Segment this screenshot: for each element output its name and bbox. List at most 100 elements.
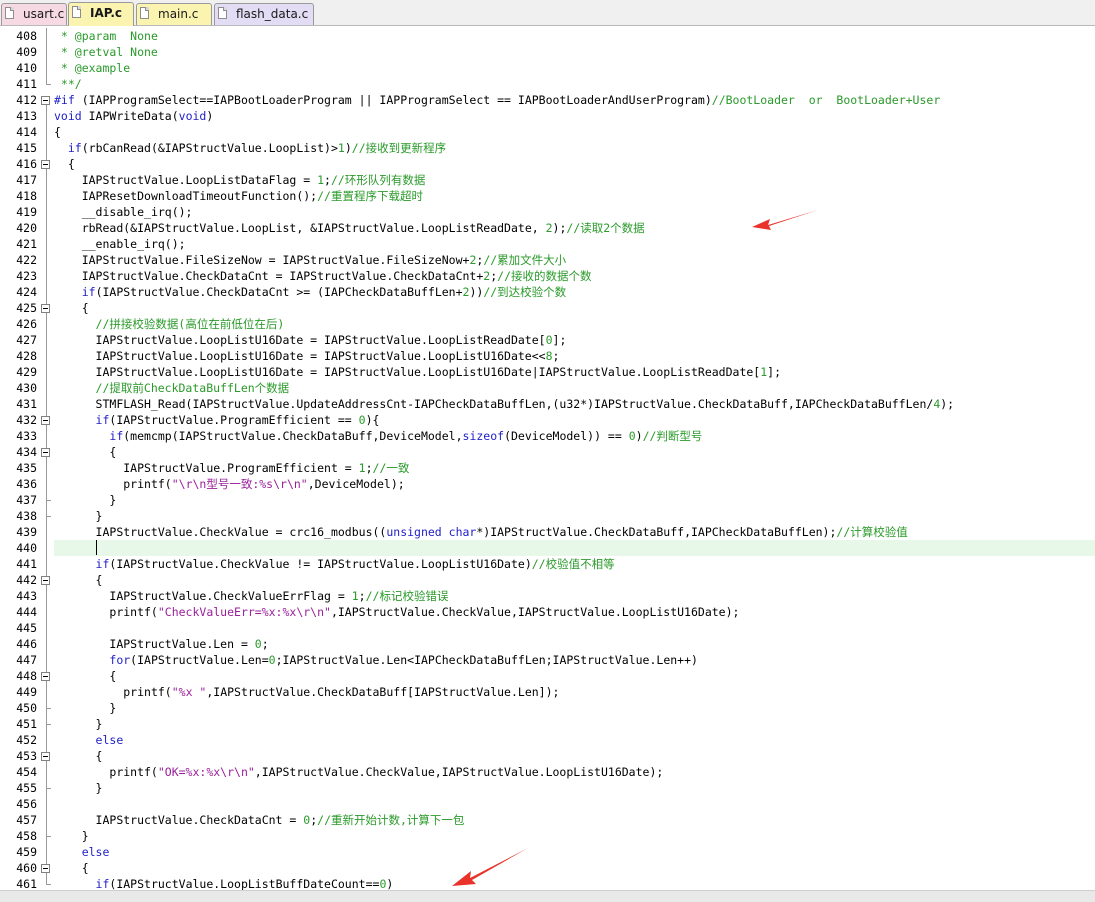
code-line[interactable]: else <box>54 844 1095 860</box>
line-number: 418 <box>16 189 37 203</box>
line-number: 415 <box>16 141 37 155</box>
code-token: IAPStructValue.CheckDataCnt = <box>95 813 304 827</box>
code-token: 0 <box>545 333 553 347</box>
fold-end-tick <box>46 724 51 725</box>
code-line[interactable]: if(IAPStructValue.ProgramEfficient == 0)… <box>54 412 1095 428</box>
code-line[interactable] <box>54 620 1095 636</box>
code-line[interactable]: * @example <box>54 60 1095 76</box>
code-token: 1 <box>358 461 366 475</box>
code-line[interactable]: IAPStructValue.FileSizeNow = IAPStructVa… <box>54 252 1095 268</box>
code-line[interactable]: { <box>54 444 1095 460</box>
code-line[interactable]: __disable_irq(); <box>54 204 1095 220</box>
code-token: ; <box>358 589 366 603</box>
fold-toggle-icon[interactable] <box>41 304 50 313</box>
code-line[interactable]: else <box>54 732 1095 748</box>
code-token: //环形队列有数据 <box>330 173 426 187</box>
code-line[interactable]: } <box>54 700 1095 716</box>
code-line[interactable]: IAPStructValue.CheckValueErrFlag = 1;//标… <box>54 588 1095 604</box>
code-line[interactable]: } <box>54 828 1095 844</box>
code-line[interactable]: { <box>54 124 1095 140</box>
fold-toggle-icon[interactable] <box>41 448 50 457</box>
code-line[interactable]: IAPStructValue.LoopListU16Date = IAPStru… <box>54 332 1095 348</box>
code-line[interactable]: { <box>54 668 1095 684</box>
tab-iap-c[interactable]: IAP.c <box>68 2 134 26</box>
code-token: unsigned char <box>386 525 477 539</box>
tab-main-c[interactable]: main.c <box>136 3 212 25</box>
code-line[interactable]: //拼接校验数据(高位在前低位在后) <box>54 316 1095 332</box>
code-line[interactable]: if(memcmp(IAPStructValue.CheckDataBuff,D… <box>54 428 1095 444</box>
code-line[interactable] <box>54 796 1095 812</box>
code-line[interactable]: IAPStructValue.CheckDataCnt = 0;//重新开始计数… <box>54 812 1095 828</box>
code-line[interactable]: //提取前CheckDataBuffLen个数据 <box>54 380 1095 396</box>
line-number: 421 <box>16 237 37 251</box>
code-line[interactable]: if(IAPStructValue.LoopListBuffDateCount=… <box>54 876 1095 890</box>
code-line[interactable]: { <box>54 156 1095 172</box>
code-line[interactable]: void IAPWriteData(void) <box>54 108 1095 124</box>
line-number: 413 <box>16 109 37 123</box>
code-token: IAPResetDownloadTimeoutFunction(); <box>81 189 318 203</box>
code-line[interactable]: **/ <box>54 76 1095 92</box>
line-number: 458 <box>16 829 37 843</box>
code-line[interactable]: } <box>54 508 1095 524</box>
code-line[interactable]: printf("OK=%x:%x\r\n",IAPStructValue.Che… <box>54 764 1095 780</box>
tab-flash-data-c[interactable]: flash_data.c <box>214 3 314 25</box>
code-line[interactable]: { <box>54 748 1095 764</box>
code-line[interactable]: IAPResetDownloadTimeoutFunction();//重置程序… <box>54 188 1095 204</box>
code-line[interactable]: if(rbCanRead(&IAPStructValue.LoopList)>1… <box>54 140 1095 156</box>
line-number: 448 <box>16 669 37 683</box>
code-token: "\r\n型号一致:%s\r\n" <box>171 477 308 491</box>
code-editor[interactable]: 408 409 410 411 412 413 414 415 416 417 418 419 420 4… <box>0 26 1095 890</box>
code-token: { <box>54 125 61 139</box>
fold-toggle-icon[interactable] <box>41 864 50 873</box>
fold-toggle-icon[interactable] <box>41 752 50 761</box>
fold-toggle-icon[interactable] <box>41 416 50 425</box>
code-line[interactable]: printf("%x ",IAPStructValue.CheckDataBuf… <box>54 684 1095 700</box>
code-token: IAPStructValue.LoopListU16Date = IAPStru… <box>95 349 546 363</box>
file-icon <box>5 7 14 19</box>
code-line[interactable]: IAPStructValue.Len = 0; <box>54 636 1095 652</box>
code-line[interactable]: * @retval None <box>54 44 1095 60</box>
code-line[interactable]: IAPStructValue.LoopListU16Date = IAPStru… <box>54 364 1095 380</box>
code-line[interactable]: } <box>54 716 1095 732</box>
code-line[interactable]: IAPStructValue.ProgramEfficient = 1;//一致 <box>54 460 1095 476</box>
code-token: ) <box>386 877 394 890</box>
code-line[interactable]: } <box>54 492 1095 508</box>
code-line[interactable]: if(IAPStructValue.CheckDataCnt >= (IAPCh… <box>54 284 1095 300</box>
tab-usart-c[interactable]: usart.c <box>1 3 67 25</box>
vertical-scrollbar[interactable] <box>1086 52 1095 890</box>
fold-toggle-icon[interactable] <box>41 96 50 105</box>
code-area[interactable]: * @param None * @retval None * @example … <box>54 26 1095 890</box>
code-line[interactable]: { <box>54 860 1095 876</box>
code-line[interactable]: IAPStructValue.CheckValue = crc16_modbus… <box>54 524 1095 540</box>
line-number: 420 <box>16 221 37 235</box>
code-line[interactable]: { <box>54 300 1095 316</box>
fold-toggle-icon[interactable] <box>41 576 50 585</box>
horizontal-scrollbar[interactable] <box>0 890 1095 902</box>
code-line[interactable]: } <box>54 780 1095 796</box>
code-line[interactable]: if(IAPStructValue.CheckValue != IAPStruc… <box>54 556 1095 572</box>
code-line[interactable]: IAPStructValue.LoopListU16Date = IAPStru… <box>54 348 1095 364</box>
code-line[interactable]: __enable_irq(); <box>54 236 1095 252</box>
line-number: 431 <box>16 397 37 411</box>
code-line[interactable] <box>54 540 1095 556</box>
fold-end-tick <box>46 84 51 85</box>
code-line[interactable]: rbRead(&IAPStructValue.LoopList, &IAPStr… <box>54 220 1095 236</box>
code-line[interactable]: #if (IAPProgramSelect==IAPBootLoaderProg… <box>54 92 1095 108</box>
code-token: ) <box>635 429 643 443</box>
code-token: **/ <box>54 77 82 91</box>
code-line[interactable]: for(IAPStructValue.Len=0;IAPStructValue.… <box>54 652 1095 668</box>
code-line[interactable]: printf("\r\n型号一致:%s\r\n",DeviceModel); <box>54 476 1095 492</box>
code-line[interactable]: printf("CheckValueErr=%x:%x\r\n",IAPStru… <box>54 604 1095 620</box>
fold-toggle-icon[interactable] <box>41 160 50 169</box>
code-line[interactable]: STMFLASH_Read(IAPStructValue.UpdateAddre… <box>54 396 1095 412</box>
tab-label: IAP.c <box>90 6 123 20</box>
code-line[interactable]: IAPStructValue.LoopListDataFlag = 1;//环形… <box>54 172 1095 188</box>
fold-toggle-icon[interactable] <box>41 672 50 681</box>
code-token: //BootLoader or BootLoader+User <box>711 93 941 107</box>
fold-end-tick <box>46 708 51 709</box>
code-line[interactable]: * @param None <box>54 28 1095 44</box>
code-line[interactable]: IAPStructValue.CheckDataCnt = IAPStructV… <box>54 268 1095 284</box>
code-line[interactable]: { <box>54 572 1095 588</box>
